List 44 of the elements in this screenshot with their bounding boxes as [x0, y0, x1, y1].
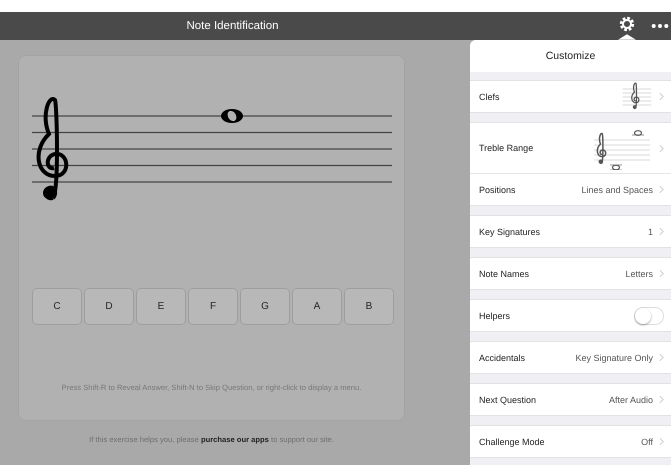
note-button[interactable]: B [344, 288, 394, 325]
setting-value: Key Signature Only [575, 352, 653, 362]
setting-label: Treble Range [479, 143, 534, 153]
setting-label: Challenge Mode [479, 436, 546, 446]
window-title: Note Identification [185, 20, 280, 32]
note-button[interactable]: A [292, 288, 342, 325]
setting-label: Helpers [479, 310, 512, 320]
note-button[interactable]: C [32, 288, 82, 325]
chevron-icon [659, 395, 664, 404]
settings-icon[interactable] [619, 16, 635, 32]
chevron-icon [659, 269, 664, 278]
chevron-icon [659, 92, 664, 101]
setting-value: After Audio [608, 394, 653, 404]
chevron-icon [659, 185, 664, 194]
setting-value: Lines and Spaces [581, 184, 653, 194]
setting-value: Letters [625, 268, 653, 278]
toggle-switch[interactable] [634, 306, 664, 324]
chevron-icon [659, 227, 664, 236]
more-icon[interactable] [651, 23, 669, 29]
setting-label: Note Names [479, 268, 530, 278]
setting-label: Next Question [479, 394, 538, 404]
chevron-icon [659, 144, 664, 152]
settings-row[interactable]: Note Names Letters [470, 258, 671, 289]
setting-label: Positions [479, 184, 517, 194]
settings-row[interactable]: Key Signatures 1 [470, 216, 671, 247]
setting-value: Off [641, 436, 653, 446]
settings-row[interactable]: Clefs [470, 81, 671, 112]
popover-arrow [618, 34, 636, 40]
settings-row[interactable]: Positions Lines and Spaces [470, 173, 671, 205]
settings-row[interactable]: Accidentals Key Signature Only [470, 342, 671, 373]
settings-row[interactable]: Treble Range [470, 123, 671, 173]
note-button[interactable]: D [84, 288, 134, 325]
setting-value: 1 [648, 226, 653, 236]
settings-row[interactable]: Challenge Mode Off [470, 426, 671, 457]
setting-label: Accidentals [479, 352, 526, 362]
chevron-icon [659, 437, 664, 446]
setting-label: Key Signatures [479, 226, 542, 236]
note-button[interactable]: E [136, 288, 186, 325]
setting-label: Clefs [479, 92, 501, 102]
note-button[interactable]: G [240, 288, 290, 325]
chevron-icon [659, 353, 664, 362]
settings-row[interactable]: Helpers [470, 300, 671, 331]
settings-row[interactable]: Next Question After Audio [470, 384, 671, 415]
note-button[interactable]: F [188, 288, 238, 325]
